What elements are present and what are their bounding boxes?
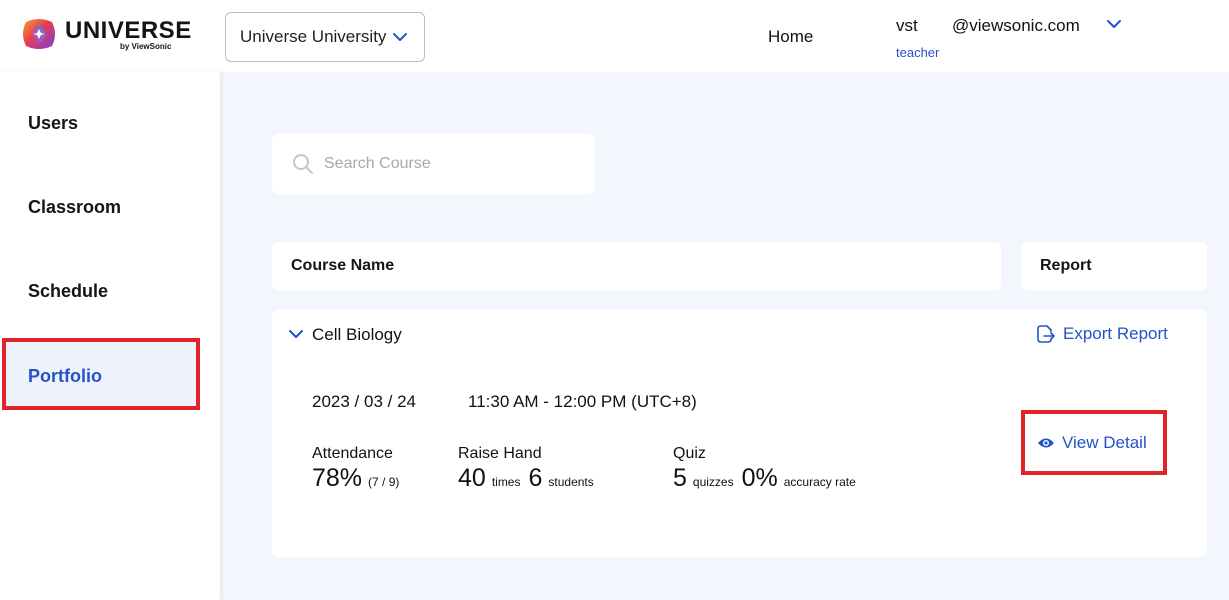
attendance-label: Attendance (312, 445, 393, 462)
chevron-down-icon (393, 33, 408, 41)
attendance-value: 78% (312, 464, 363, 492)
attendance-detail: (7 / 9) (368, 475, 400, 489)
course-expand-toggle[interactable] (288, 327, 304, 345)
universe-logo-icon (23, 19, 55, 49)
user-email: @viewsonic.com (952, 16, 1080, 35)
column-header-report: Report (1021, 242, 1207, 290)
raise-hand-students: 6 (528, 464, 543, 492)
search-icon (293, 154, 313, 174)
eye-icon (1038, 438, 1054, 447)
universe-logo[interactable]: UNIVERSE by ViewSonic (22, 18, 191, 54)
search-input[interactable] (324, 155, 574, 173)
quiz-count-unit: quizzes (692, 475, 734, 489)
chevron-down-icon (1107, 20, 1121, 28)
organization-select[interactable]: Universe University (225, 12, 425, 62)
sidebar-item-classroom[interactable]: Classroom (28, 197, 121, 218)
sidebar: Users Classroom Schedule (0, 72, 220, 600)
quiz-accuracy: 0% (741, 464, 778, 492)
brand-name: UNIVERSE (65, 17, 192, 44)
user-role: teacher (896, 45, 940, 60)
top-bar: UNIVERSE by ViewSonic Universe Universit… (0, 0, 1229, 72)
course-name: Cell Biology (312, 325, 402, 344)
sidebar-item-users[interactable]: Users (28, 113, 78, 134)
sidebar-item-portfolio[interactable]: Portfolio (2, 338, 200, 410)
raise-hand-label: Raise Hand (458, 445, 542, 462)
attendance-stat: 78% (7 / 9) (312, 464, 407, 493)
column-header-course-name: Course Name (272, 242, 1001, 290)
quiz-label: Quiz (673, 445, 706, 462)
organization-select-value: Universe University (240, 27, 387, 46)
course-card: Cell Biology Export Report 2023 / 03 / 2… (272, 310, 1207, 557)
quiz-stat: 5 quizzes 0% accuracy rate (673, 464, 864, 493)
sidebar-item-label: Portfolio (28, 366, 102, 386)
view-detail-button[interactable]: View Detail (1021, 410, 1167, 475)
nav-home-link[interactable]: Home (768, 27, 813, 47)
chevron-down-icon (289, 330, 303, 338)
search-box (272, 134, 595, 194)
sidebar-item-schedule[interactable]: Schedule (28, 281, 108, 302)
raise-hand-stat: 40 times 6 students (458, 464, 602, 493)
raise-hand-times-unit: times (491, 475, 521, 489)
quiz-count: 5 (673, 464, 687, 492)
export-report-button[interactable]: Export Report (1035, 324, 1168, 344)
course-date: 2023 / 03 / 24 (312, 392, 416, 411)
brand-sub: by ViewSonic (120, 42, 172, 51)
raise-hand-times: 40 (458, 464, 486, 492)
course-time: 11:30 AM - 12:00 PM (UTC+8) (468, 392, 697, 411)
raise-hand-students-unit: students (548, 475, 594, 489)
user-name: vst (896, 16, 918, 35)
quiz-accuracy-unit: accuracy rate (783, 475, 856, 489)
user-menu-button[interactable] (1105, 17, 1123, 35)
view-detail-label: View Detail (1062, 432, 1147, 452)
export-report-label: Export Report (1063, 324, 1168, 343)
export-icon (1037, 325, 1055, 343)
